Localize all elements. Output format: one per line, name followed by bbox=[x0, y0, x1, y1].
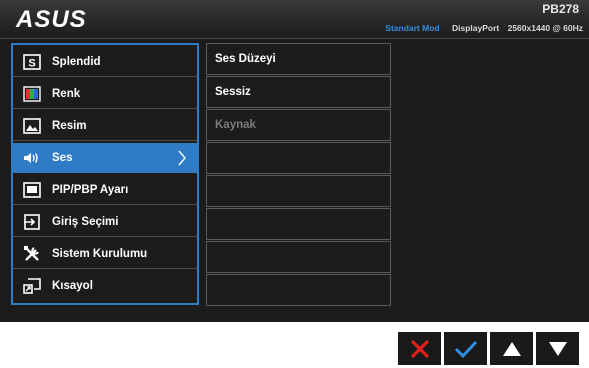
submenu-item-empty bbox=[206, 241, 391, 273]
shortcut-icon bbox=[22, 276, 42, 296]
osd-panel: ASUS PB278 Standart Mod DisplayPort 2560… bbox=[0, 0, 589, 322]
menu-label: Renk bbox=[52, 87, 81, 100]
navigation-keys bbox=[398, 332, 582, 365]
input-select-icon bbox=[22, 212, 42, 232]
color-icon bbox=[22, 84, 42, 104]
down-arrow-icon bbox=[548, 341, 567, 356]
submenu-item-volume[interactable]: Ses Düzeyi bbox=[206, 43, 391, 75]
menu-item-splendid[interactable]: S Splendid bbox=[13, 47, 197, 77]
submenu-item-empty bbox=[206, 208, 391, 240]
image-icon bbox=[22, 116, 42, 136]
submenu-item-source: Kaynak bbox=[206, 109, 391, 141]
menu-item-giris[interactable]: Giriş Seçimi bbox=[13, 207, 197, 237]
svg-text:ASUS: ASUS bbox=[15, 8, 87, 30]
menu-item-sistem[interactable]: Sistem Kurulumu bbox=[13, 239, 197, 269]
menu-label: Giriş Seçimi bbox=[52, 215, 119, 228]
model-name: PB278 bbox=[542, 2, 579, 16]
up-arrow-icon bbox=[502, 341, 521, 356]
pip-icon bbox=[22, 180, 42, 200]
menu-item-renk[interactable]: Renk bbox=[13, 79, 197, 109]
menu-label: Ses bbox=[52, 151, 73, 164]
menu-item-pip[interactable]: PIP/PBP Ayarı bbox=[13, 175, 197, 205]
asus-logo: ASUS bbox=[15, 8, 87, 30]
submenu-item-empty bbox=[206, 175, 391, 207]
confirm-button[interactable] bbox=[444, 332, 487, 365]
menu-item-kisayol[interactable]: Kısayol bbox=[13, 271, 197, 301]
up-button[interactable] bbox=[490, 332, 533, 365]
mode-label: Standart Mod bbox=[385, 23, 440, 33]
input-label: DisplayPort bbox=[451, 23, 500, 33]
check-icon bbox=[454, 340, 477, 358]
svg-text:S: S bbox=[28, 57, 35, 69]
main-menu: S Splendid Renk Resim Ses PIP/PBP Ayarı … bbox=[11, 43, 199, 305]
menu-label: Splendid bbox=[52, 55, 101, 68]
menu-label: Sistem Kurulumu bbox=[52, 247, 148, 260]
menu-item-resim[interactable]: Resim bbox=[13, 111, 197, 141]
chevron-right-icon bbox=[178, 150, 186, 166]
close-icon bbox=[410, 339, 429, 358]
menu-label: PIP/PBP Ayarı bbox=[52, 183, 129, 196]
splendid-icon: S bbox=[22, 52, 42, 72]
status-line: Standart Mod DisplayPort 2560x1440 @ 60H… bbox=[385, 23, 583, 33]
resolution-label: 2560x1440 @ 60Hz bbox=[507, 23, 583, 33]
osd-header: ASUS PB278 Standart Mod DisplayPort 2560… bbox=[0, 0, 589, 39]
tools-icon bbox=[22, 244, 42, 264]
menu-item-ses[interactable]: Ses bbox=[13, 143, 197, 173]
submenu-item-empty bbox=[206, 142, 391, 174]
menu-label: Resim bbox=[52, 119, 87, 132]
submenu-item-empty bbox=[206, 274, 391, 306]
submenu-item-mute[interactable]: Sessiz bbox=[206, 76, 391, 108]
down-button[interactable] bbox=[536, 332, 579, 365]
menu-label: Kısayol bbox=[52, 280, 93, 292]
close-button[interactable] bbox=[398, 332, 441, 365]
speaker-icon bbox=[22, 148, 42, 168]
